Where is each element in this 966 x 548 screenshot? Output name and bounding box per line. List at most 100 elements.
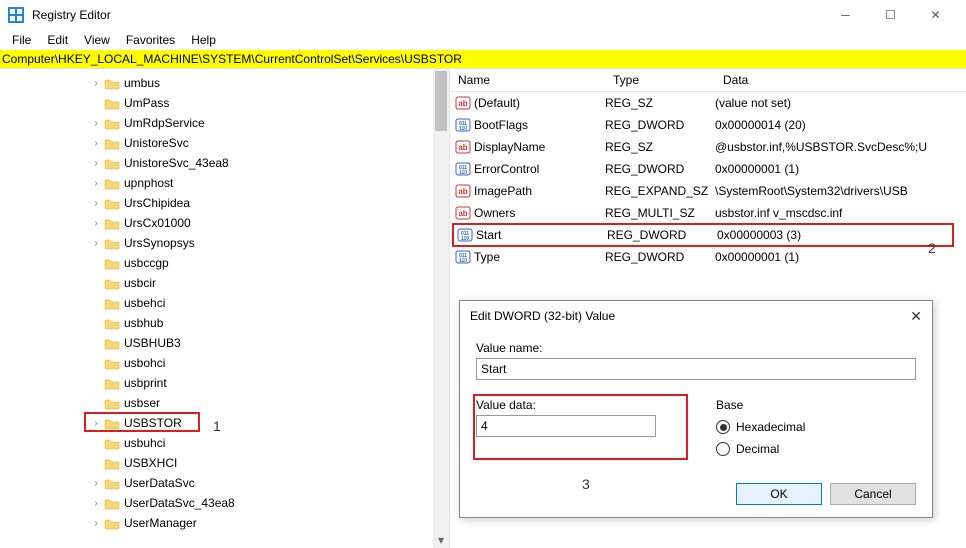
tree-item-usbstor[interactable]: ›USBSTOR bbox=[0, 413, 449, 433]
chevron-icon[interactable]: › bbox=[90, 498, 102, 509]
cell-type: REG_DWORD bbox=[605, 118, 715, 132]
tree-item-usbccgp[interactable]: usbccgp bbox=[0, 253, 449, 273]
tree-item-usermanager[interactable]: ›UserManager bbox=[0, 513, 449, 533]
col-data[interactable]: Data bbox=[715, 69, 966, 91]
tree-item-urscx01000[interactable]: ›UrsCx01000 bbox=[0, 213, 449, 233]
chevron-icon[interactable]: › bbox=[90, 518, 102, 529]
dword-icon bbox=[454, 249, 472, 265]
address-bar[interactable]: Computer\HKEY_LOCAL_MACHINE\SYSTEM\Curre… bbox=[0, 50, 966, 68]
tree-item-userdatasvc_43ea8[interactable]: ›UserDataSvc_43ea8 bbox=[0, 493, 449, 513]
tree-item-label: usbohci bbox=[124, 356, 165, 370]
tree-item-usbser[interactable]: usbser bbox=[0, 393, 449, 413]
folder-icon bbox=[104, 357, 120, 370]
tree-item-upnphost[interactable]: ›upnphost bbox=[0, 173, 449, 193]
minimize-button[interactable]: ─ bbox=[823, 0, 868, 30]
string-icon bbox=[454, 205, 472, 221]
listview-row[interactable]: (Default)REG_SZ(value not set) bbox=[450, 92, 966, 114]
string-icon bbox=[454, 139, 472, 155]
maximize-button[interactable]: ☐ bbox=[868, 0, 913, 30]
tree-item-usbhub3[interactable]: USBHUB3 bbox=[0, 333, 449, 353]
close-button[interactable]: ✕ bbox=[913, 0, 958, 30]
cell-data: 0x00000001 (1) bbox=[715, 162, 966, 176]
cell-name: Type bbox=[474, 250, 605, 264]
tree-item-umpass[interactable]: UmPass bbox=[0, 93, 449, 113]
folder-icon bbox=[104, 297, 120, 310]
folder-icon bbox=[104, 257, 120, 270]
listview-row[interactable]: ImagePathREG_EXPAND_SZ\SystemRoot\System… bbox=[450, 180, 966, 202]
tree-item-urssynopsys[interactable]: › UrsSynopsys bbox=[0, 233, 449, 253]
radio-icon bbox=[716, 442, 730, 456]
folder-icon bbox=[104, 317, 120, 330]
cell-type: REG_SZ bbox=[605, 140, 715, 154]
menu-view[interactable]: View bbox=[76, 31, 118, 49]
folder-icon bbox=[104, 457, 120, 470]
chevron-icon[interactable]: › bbox=[90, 198, 102, 209]
folder-icon bbox=[104, 517, 120, 530]
tree-item-userdatasvc[interactable]: ›UserDataSvc bbox=[0, 473, 449, 493]
folder-icon bbox=[104, 117, 120, 130]
tree-item-usbuhci[interactable]: usbuhci bbox=[0, 433, 449, 453]
tree-item-usbohci[interactable]: usbohci bbox=[0, 353, 449, 373]
tree-item-unistoresvc[interactable]: ›UnistoreSvc bbox=[0, 133, 449, 153]
tree-item-unistoresvc_43ea8[interactable]: ›UnistoreSvc_43ea8 bbox=[0, 153, 449, 173]
chevron-icon[interactable]: › bbox=[90, 178, 102, 189]
string-icon bbox=[454, 183, 472, 199]
cell-data: 0x00000014 (20) bbox=[715, 118, 966, 132]
folder-icon bbox=[104, 277, 120, 290]
tree-item-label: usbprint bbox=[124, 376, 167, 390]
col-name[interactable]: Name bbox=[450, 69, 605, 91]
chevron-icon[interactable]: › bbox=[90, 218, 102, 229]
app-icon bbox=[8, 7, 24, 23]
listview-row[interactable]: OwnersREG_MULTI_SZusbstor.inf v_mscdsc.i… bbox=[450, 202, 966, 224]
cell-name: Start bbox=[476, 228, 607, 242]
titlebar: Registry Editor ─ ☐ ✕ bbox=[0, 0, 966, 30]
listview-row[interactable]: ErrorControlREG_DWORD0x00000001 (1) bbox=[450, 158, 966, 180]
chevron-icon[interactable]: › bbox=[90, 138, 102, 149]
listview-row[interactable]: DisplayNameREG_SZ@usbstor.inf,%USBSTOR.S… bbox=[450, 136, 966, 158]
dword-icon bbox=[454, 117, 472, 133]
tree-item-umrdpservice[interactable]: › UmRdpService bbox=[0, 113, 449, 133]
chevron-icon[interactable]: › bbox=[90, 118, 102, 129]
tree-item-label: UrsSynopsys bbox=[124, 236, 195, 250]
chevron-icon[interactable]: › bbox=[90, 478, 102, 489]
menu-edit[interactable]: Edit bbox=[39, 31, 76, 49]
tree-item-label: usbhub bbox=[124, 316, 163, 330]
col-type[interactable]: Type bbox=[605, 69, 715, 91]
radio-hexadecimal[interactable]: Hexadecimal bbox=[716, 416, 805, 438]
dialog-close-icon[interactable]: ✕ bbox=[910, 308, 922, 325]
tree-item-urschipidea[interactable]: ›UrsChipidea bbox=[0, 193, 449, 213]
menu-help[interactable]: Help bbox=[183, 31, 224, 49]
chevron-icon[interactable]: › bbox=[90, 158, 102, 169]
cell-type: REG_DWORD bbox=[605, 250, 715, 264]
listview-row[interactable]: StartREG_DWORD0x00000003 (3) bbox=[452, 223, 954, 247]
annotation-3: 3 bbox=[582, 476, 590, 492]
tree-item-usbxhci[interactable]: USBXHCI bbox=[0, 453, 449, 473]
chevron-icon[interactable]: › bbox=[90, 238, 102, 249]
valuename-label: Value name: bbox=[476, 341, 916, 355]
tree-item-umbus[interactable]: ›umbus bbox=[0, 73, 449, 93]
tree-item-usbhub[interactable]: usbhub bbox=[0, 313, 449, 333]
tree-item-label: UmPass bbox=[124, 96, 169, 110]
chevron-icon[interactable]: › bbox=[90, 78, 102, 89]
listview-row[interactable]: TypeREG_DWORD0x00000001 (1) bbox=[450, 246, 966, 268]
tree-item-usbprint[interactable]: usbprint bbox=[0, 373, 449, 393]
listview-row[interactable]: BootFlagsREG_DWORD0x00000014 (20) bbox=[450, 114, 966, 136]
folder-icon bbox=[104, 197, 120, 210]
menubar: File Edit View Favorites Help bbox=[0, 30, 966, 50]
cell-name: DisplayName bbox=[474, 140, 605, 154]
valuename-input[interactable] bbox=[476, 358, 916, 380]
folder-icon bbox=[104, 377, 120, 390]
tree-item-usbcir[interactable]: usbcir bbox=[0, 273, 449, 293]
folder-icon bbox=[104, 97, 120, 110]
radio-dec-label: Decimal bbox=[736, 442, 779, 456]
cell-data: @usbstor.inf,%USBSTOR.SvcDesc%;U bbox=[715, 140, 966, 154]
menu-favorites[interactable]: Favorites bbox=[118, 31, 183, 49]
cancel-button[interactable]: Cancel bbox=[830, 483, 916, 505]
tree-item-usbehci[interactable]: usbehci bbox=[0, 293, 449, 313]
ok-button[interactable]: OK bbox=[736, 483, 822, 505]
menu-file[interactable]: File bbox=[4, 31, 39, 49]
dword-icon bbox=[456, 227, 474, 243]
tree-item-label: UmRdpService bbox=[124, 116, 205, 130]
scrollbar-down-icon[interactable]: ▾ bbox=[433, 532, 449, 548]
radio-decimal[interactable]: Decimal bbox=[716, 438, 805, 460]
